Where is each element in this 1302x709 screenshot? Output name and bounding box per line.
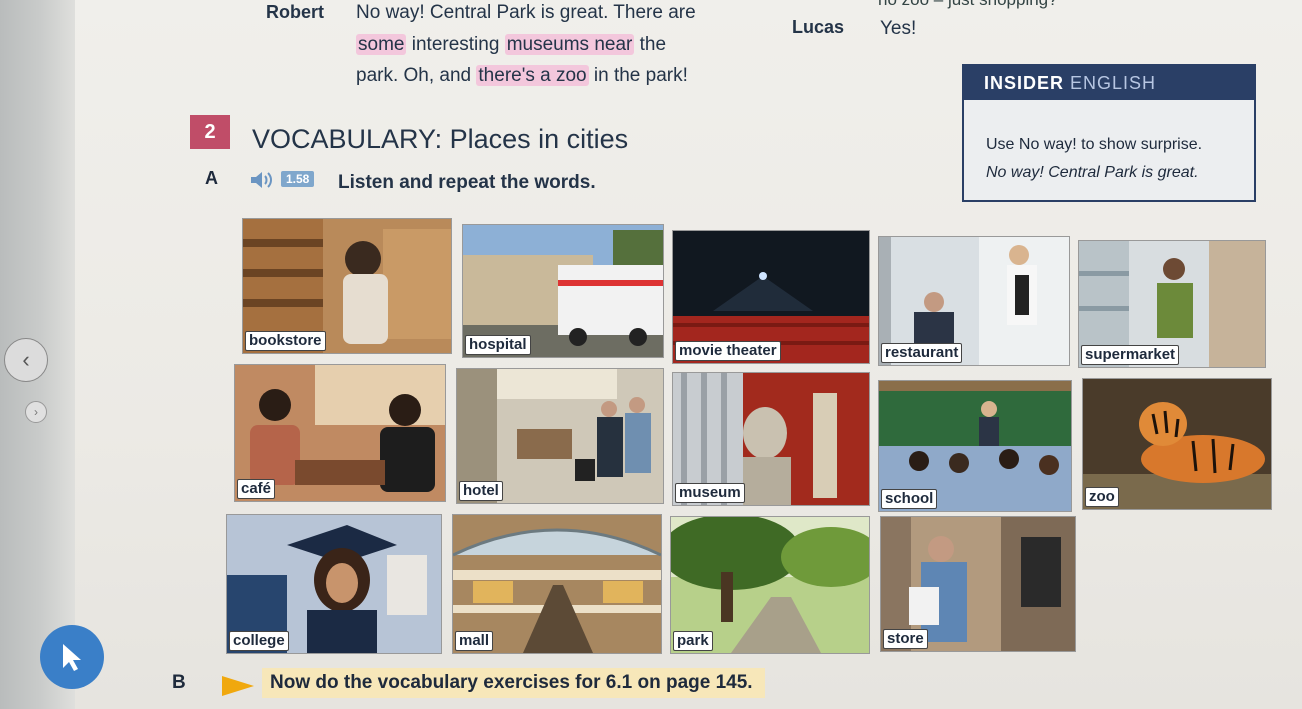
lucas-line: Yes! — [880, 18, 917, 39]
vocab-card-school: school — [878, 380, 1072, 512]
vocab-word: movie theater — [675, 341, 781, 361]
highlight-zoo: there's a zoo — [476, 65, 589, 86]
highlight-some: some — [356, 34, 407, 55]
vocab-card-museum: museum — [672, 372, 870, 506]
cursor-arrow-icon — [63, 644, 81, 671]
insider-title-light: ENGLISH — [1070, 72, 1157, 93]
pointer-tool-button[interactable] — [40, 625, 104, 689]
vocab-card-movie-theater: movie theater — [672, 230, 870, 364]
vocab-word: mall — [455, 631, 494, 651]
vocab-card-mall: mall — [452, 514, 662, 654]
dialogue-text: in the park! — [588, 65, 688, 86]
dialogue-text: the — [634, 34, 667, 55]
part-b-instruction: Now do the vocabulary exercises for 6.1 … — [262, 668, 765, 698]
instruction-listen: Listen and repeat the words. — [338, 172, 596, 193]
dialogue-line-3: park. Oh, and there's a zoo in the park! — [356, 61, 688, 91]
arrow-icon — [222, 676, 254, 696]
part-a-label: A — [205, 168, 218, 188]
vocab-word: school — [881, 489, 938, 509]
speaker-robert: Robert — [266, 2, 324, 22]
speaker-lucas: Lucas — [792, 17, 845, 37]
vocab-card-bookstore: bookstore — [242, 218, 452, 354]
vocab-word: hospital — [465, 335, 531, 355]
vocab-word: café — [237, 479, 276, 499]
insider-english-box: INSIDER ENGLISH Use No way! to show surpr… — [962, 64, 1256, 202]
audio-track-badge[interactable]: 1.58 — [281, 171, 315, 187]
insider-title-bold: INSIDER — [984, 72, 1065, 93]
vocab-word: bookstore — [245, 331, 326, 351]
dialogue-text: interesting — [406, 34, 505, 55]
previous-page-button[interactable]: ‹ — [4, 338, 48, 382]
vocab-word: restaurant — [881, 343, 963, 363]
section-number: 2 — [190, 115, 230, 149]
speaker-icon[interactable] — [248, 170, 276, 190]
vocab-card-hotel: hotel — [456, 368, 664, 504]
vocab-word: college — [229, 631, 289, 651]
dialogue-line-1: No way! Central Park is great. There are — [356, 2, 696, 23]
vocab-word: hotel — [459, 481, 503, 501]
insider-tip: Use No way! to show surprise. — [986, 136, 1203, 153]
next-page-button[interactable]: › — [25, 401, 47, 423]
dialogue-line-2: some interesting museums near the — [356, 30, 666, 60]
top-cut-text: no zoo – just shopping? — [878, 0, 1058, 10]
highlight-museums: museums near — [504, 34, 635, 55]
vocab-card-park: park — [670, 516, 870, 654]
vocab-word: store — [883, 629, 928, 649]
dialogue-text: park. Oh, and — [356, 65, 477, 86]
vocab-word: museum — [675, 483, 745, 503]
vocab-card-zoo: zoo — [1082, 378, 1272, 510]
vocab-card-cafe: café — [234, 364, 446, 502]
vocab-word: park — [673, 631, 713, 651]
vocab-card-college: college — [226, 514, 442, 654]
insider-example: No way! Central Park is great. — [986, 164, 1199, 181]
vocab-word: supermarket — [1081, 345, 1180, 365]
insider-english-title: INSIDER ENGLISH — [964, 66, 1254, 100]
vocab-card-supermarket: supermarket — [1078, 240, 1266, 368]
vocab-card-hospital: hospital — [462, 224, 664, 358]
section-title: VOCABULARY: Places in cities — [252, 124, 629, 154]
part-b-label: B — [172, 672, 186, 693]
vocab-card-store: store — [880, 516, 1076, 652]
vocab-card-restaurant: restaurant — [878, 236, 1070, 366]
vocab-word: zoo — [1085, 487, 1119, 507]
